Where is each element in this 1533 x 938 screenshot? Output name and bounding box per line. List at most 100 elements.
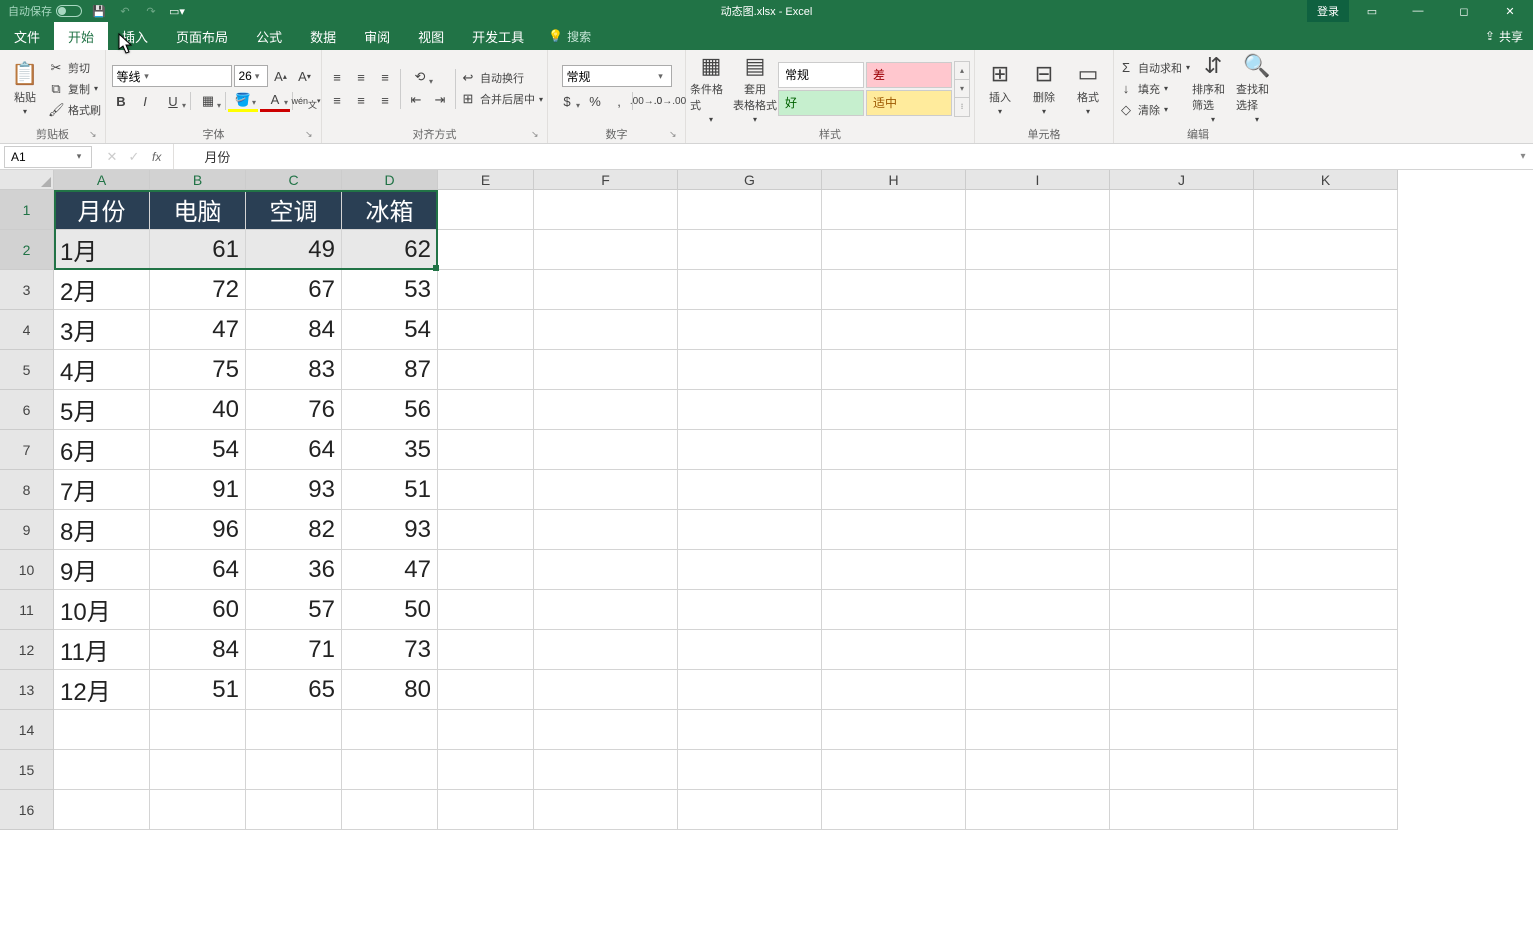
- align-bottom-button[interactable]: ≡: [374, 66, 396, 88]
- delete-cells-button[interactable]: ⊟删除▾: [1023, 56, 1065, 122]
- gallery-up-icon[interactable]: ▴: [955, 62, 969, 80]
- cell[interactable]: [1110, 350, 1254, 390]
- cell[interactable]: [534, 310, 678, 350]
- cell[interactable]: 62: [342, 230, 438, 270]
- comma-button[interactable]: ,: [608, 90, 630, 112]
- decrease-decimal-button[interactable]: .0→.00: [659, 90, 681, 112]
- cell[interactable]: [342, 790, 438, 830]
- cell[interactable]: [150, 750, 246, 790]
- cell[interactable]: 36: [246, 550, 342, 590]
- row-header[interactable]: 3: [0, 270, 54, 310]
- cell[interactable]: [534, 630, 678, 670]
- row-header[interactable]: 15: [0, 750, 54, 790]
- chevron-down-icon[interactable]: ▾: [655, 71, 667, 82]
- cell[interactable]: [534, 670, 678, 710]
- font-name-input[interactable]: 等线▾: [112, 65, 232, 87]
- cell[interactable]: [822, 670, 966, 710]
- cell[interactable]: [1110, 230, 1254, 270]
- cell[interactable]: [822, 590, 966, 630]
- cell[interactable]: [438, 230, 534, 270]
- chevron-down-icon[interactable]: ▾: [252, 71, 263, 82]
- maximize-icon[interactable]: ◻: [1441, 0, 1487, 22]
- cell[interactable]: [438, 670, 534, 710]
- cell[interactable]: [678, 510, 822, 550]
- alignment-launcher[interactable]: ↘: [531, 129, 543, 141]
- format-as-table-button[interactable]: ▤套用 表格格式▾: [734, 56, 776, 122]
- cell[interactable]: 9月: [54, 550, 150, 590]
- cell[interactable]: 11月: [54, 630, 150, 670]
- cell[interactable]: [438, 510, 534, 550]
- row-header[interactable]: 6: [0, 390, 54, 430]
- cell[interactable]: 5月: [54, 390, 150, 430]
- cell[interactable]: [534, 470, 678, 510]
- select-all-corner[interactable]: [0, 170, 54, 190]
- cell[interactable]: 51: [150, 670, 246, 710]
- cell[interactable]: [1110, 390, 1254, 430]
- cell[interactable]: [966, 230, 1110, 270]
- cell[interactable]: [534, 270, 678, 310]
- row-header[interactable]: 1: [0, 190, 54, 230]
- cell[interactable]: [822, 750, 966, 790]
- cell[interactable]: [1254, 710, 1398, 750]
- cell[interactable]: [822, 350, 966, 390]
- cell[interactable]: [1254, 310, 1398, 350]
- cell[interactable]: [966, 630, 1110, 670]
- cell[interactable]: [534, 390, 678, 430]
- enter-formula-icon[interactable]: ✓: [124, 147, 144, 167]
- cell[interactable]: 49: [246, 230, 342, 270]
- cell[interactable]: [54, 790, 150, 830]
- copy-button[interactable]: ⧉复制▾: [48, 79, 101, 99]
- conditional-formatting-button[interactable]: ▦条件格式▾: [690, 56, 732, 122]
- fill-color-button[interactable]: 🪣: [228, 90, 258, 112]
- cell[interactable]: 月份: [54, 190, 150, 230]
- touch-mode-icon[interactable]: ▭▾: [168, 2, 186, 20]
- cell[interactable]: [678, 310, 822, 350]
- cell[interactable]: [966, 710, 1110, 750]
- cell[interactable]: 93: [342, 510, 438, 550]
- ribbon-display-icon[interactable]: ▭: [1349, 0, 1395, 22]
- tab-review[interactable]: 审阅: [350, 22, 404, 50]
- cell[interactable]: [678, 750, 822, 790]
- row-header[interactable]: 10: [0, 550, 54, 590]
- cell[interactable]: [1254, 590, 1398, 630]
- number-format-select[interactable]: 常规▾: [562, 65, 672, 87]
- autosum-button[interactable]: Σ自动求和▾: [1118, 58, 1190, 78]
- cell[interactable]: [966, 310, 1110, 350]
- tab-page-layout[interactable]: 页面布局: [162, 22, 242, 50]
- cell[interactable]: [678, 270, 822, 310]
- row-header[interactable]: 7: [0, 430, 54, 470]
- cell[interactable]: 73: [342, 630, 438, 670]
- border-button[interactable]: ▦: [193, 90, 223, 112]
- cell[interactable]: [1254, 270, 1398, 310]
- share-button[interactable]: ⇪ 共享: [1475, 22, 1533, 50]
- cell[interactable]: [1254, 750, 1398, 790]
- cell[interactable]: 72: [150, 270, 246, 310]
- align-center-button[interactable]: ≡: [350, 89, 372, 111]
- cell[interactable]: 80: [342, 670, 438, 710]
- chevron-down-icon[interactable]: ▾: [73, 151, 85, 162]
- align-right-button[interactable]: ≡: [374, 89, 396, 111]
- cell[interactable]: [822, 310, 966, 350]
- cell[interactable]: [438, 790, 534, 830]
- cell[interactable]: 91: [150, 470, 246, 510]
- cell[interactable]: [822, 190, 966, 230]
- cell[interactable]: [678, 470, 822, 510]
- cell[interactable]: [822, 390, 966, 430]
- cell[interactable]: 87: [342, 350, 438, 390]
- cancel-formula-icon[interactable]: ✕: [102, 147, 122, 167]
- cell[interactable]: [822, 230, 966, 270]
- cell[interactable]: [678, 790, 822, 830]
- tell-me-search[interactable]: 💡 搜索: [538, 22, 591, 50]
- cell[interactable]: [534, 790, 678, 830]
- cell[interactable]: 84: [246, 310, 342, 350]
- cell[interactable]: [1254, 230, 1398, 270]
- cell[interactable]: 54: [342, 310, 438, 350]
- cell[interactable]: 71: [246, 630, 342, 670]
- row-header[interactable]: 5: [0, 350, 54, 390]
- row-header[interactable]: 8: [0, 470, 54, 510]
- cell[interactable]: [822, 270, 966, 310]
- cell[interactable]: [1110, 590, 1254, 630]
- cell[interactable]: [822, 630, 966, 670]
- cell[interactable]: 冰箱: [342, 190, 438, 230]
- font-color-button[interactable]: A: [260, 90, 290, 112]
